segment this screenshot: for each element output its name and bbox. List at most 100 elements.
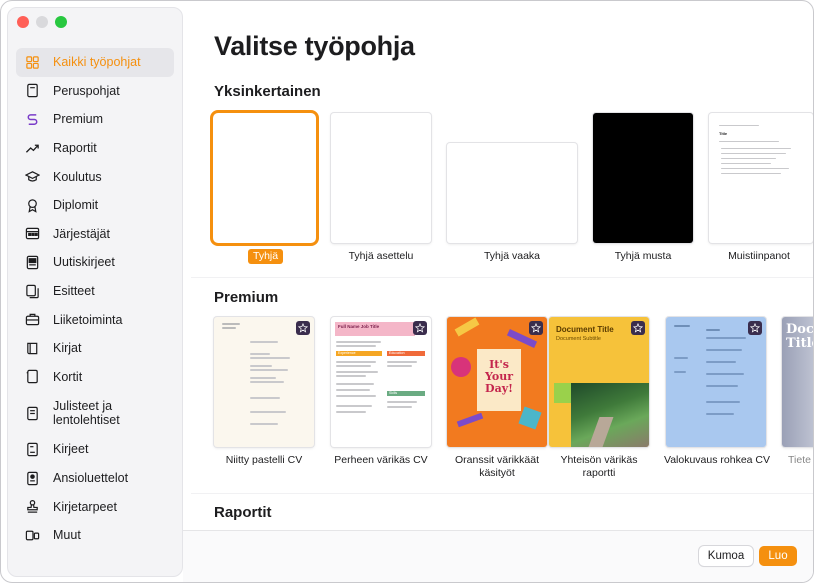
- dialog-footer: Kumoa Luo: [183, 530, 813, 582]
- premium-star-icon: [631, 321, 645, 335]
- template-thumbnail[interactable]: Full Name Job Title Experience Education…: [331, 317, 431, 447]
- maximize-window-button[interactable]: [55, 16, 67, 28]
- sidebar-item-label: Peruspohjat: [53, 83, 120, 98]
- report-title: Document Title: [556, 325, 614, 334]
- template-label: Tyhjä asettelu: [348, 250, 414, 262]
- sidebar-item-label: Uutiskirjeet: [53, 255, 115, 270]
- sidebar-item-label: Kortit: [53, 369, 83, 384]
- brochure-icon: [24, 283, 40, 299]
- poster-icon: [24, 405, 40, 421]
- sidebar-item-brochures[interactable]: Esitteet: [16, 277, 174, 306]
- newspaper-icon: [24, 254, 40, 270]
- template-thumbnail[interactable]: Document Title Document Subtitle: [549, 317, 649, 447]
- resume-icon: [24, 470, 40, 486]
- sidebar-item-label: Raportit: [53, 141, 97, 156]
- template-thumbnail[interactable]: [447, 143, 577, 243]
- science-title: Docu Title: [786, 322, 814, 351]
- sidebar-item-reports[interactable]: Raportit: [16, 134, 174, 163]
- sidebar-item-label: Muut: [53, 528, 81, 543]
- sidebar-item-books[interactable]: Kirjat: [16, 334, 174, 363]
- template-chooser-window: Kaikki työpohjat Peruspohjat Premium Rap…: [0, 0, 814, 583]
- template-label: Oranssit värikkäät käsityöt: [454, 454, 540, 479]
- cv-name-block: Full Name Job Title: [335, 322, 415, 336]
- sidebar-item-label: Järjestäjät: [53, 226, 110, 241]
- calendar-icon: [24, 226, 40, 242]
- section-title-premium: Premium: [214, 289, 279, 306]
- close-window-button[interactable]: [17, 16, 29, 28]
- template-thumbnail[interactable]: It's Your Day!: [447, 317, 547, 447]
- section-title-reports: Raportit: [214, 504, 272, 521]
- create-button[interactable]: Luo: [759, 546, 797, 566]
- template-label: Muistiinpanot: [728, 250, 790, 262]
- notes-title-text: Title: [719, 131, 728, 136]
- sidebar-item-label: Ansioluettelot: [53, 471, 129, 486]
- grid-icon: [24, 54, 40, 70]
- sidebar-item-premium[interactable]: Premium: [16, 105, 174, 134]
- report-subtitle: Document Subtitle: [556, 336, 601, 342]
- template-label: Tyhjä: [248, 249, 284, 264]
- template-thumbnail[interactable]: [214, 317, 314, 447]
- category-list: Kaikki työpohjat Peruspohjat Premium Rap…: [16, 48, 174, 550]
- sidebar-item-label: Kirjat: [53, 341, 82, 356]
- template-label: Perheen värikäs CV: [334, 454, 428, 466]
- premium-star-icon: [296, 321, 310, 335]
- sidebar-item-other[interactable]: Muut: [16, 521, 174, 550]
- template-thumbnail[interactable]: [213, 113, 316, 243]
- document-icon: [24, 83, 40, 99]
- sidebar-item-stationery[interactable]: Kirjetarpeet: [16, 492, 174, 521]
- letter-icon: [24, 441, 40, 457]
- template-label: Tiete: [788, 454, 811, 466]
- ribbon-icon: [24, 197, 40, 213]
- sidebar-item-label: Liiketoiminta: [53, 312, 123, 327]
- page-title: Valitse työpohja: [214, 31, 415, 61]
- template-thumbnail[interactable]: [666, 317, 766, 447]
- minimize-window-button[interactable]: [36, 16, 48, 28]
- stamp-icon: [24, 499, 40, 515]
- cv-section-header: Skills: [387, 391, 425, 396]
- template-thumbnail[interactable]: Title: [709, 113, 813, 243]
- template-thumbnail[interactable]: [593, 113, 693, 243]
- sidebar-item-education[interactable]: Koulutus: [16, 162, 174, 191]
- section-divider: [191, 277, 813, 278]
- sidebar-item-posters[interactable]: Julisteet ja lentolehtiset: [16, 391, 174, 435]
- template-label: Tyhjä vaaka: [483, 250, 541, 262]
- template-label: Tyhjä musta: [614, 250, 672, 262]
- cancel-button[interactable]: Kumoa: [699, 546, 753, 566]
- graduation-cap-icon: [24, 169, 40, 185]
- premium-star-icon: [413, 321, 427, 335]
- sidebar-item-newsletters[interactable]: Uutiskirjeet: [16, 248, 174, 277]
- sidebar-item-label: Julisteet ja lentolehtiset: [53, 399, 120, 428]
- sidebar: Kaikki työpohjat Peruspohjat Premium Rap…: [7, 7, 183, 577]
- sidebar-item-label: Premium: [53, 112, 104, 127]
- card-icon: [24, 369, 40, 385]
- template-label: Valokuvaus rohkea CV: [663, 454, 771, 466]
- sidebar-item-label: Koulutus: [53, 169, 102, 184]
- template-thumbnail[interactable]: Docu Title: [782, 317, 814, 447]
- sidebar-item-organizers[interactable]: Järjestäjät: [16, 220, 174, 249]
- template-thumbnail[interactable]: [331, 113, 431, 243]
- sidebar-item-label: Kirjetarpeet: [53, 499, 117, 514]
- report-photo: [571, 383, 649, 447]
- book-icon: [24, 340, 40, 356]
- sidebar-item-label: Kirjeet: [53, 442, 89, 457]
- sidebar-item-business[interactable]: Liiketoiminta: [16, 305, 174, 334]
- template-gallery[interactable]: Valitse työpohja Yksinkertainen Tyhjä Ty…: [191, 1, 813, 582]
- sidebar-item-cards[interactable]: Kortit: [16, 363, 174, 392]
- sidebar-item-resumes[interactable]: Ansioluettelot: [16, 464, 174, 493]
- premium-icon: [24, 111, 40, 127]
- sidebar-item-label: Diplomit: [53, 198, 99, 213]
- template-label: Niitty pastelli CV: [225, 454, 303, 466]
- template-label: Yhteisön värikäs raportti: [560, 454, 638, 479]
- premium-star-icon: [748, 321, 762, 335]
- briefcase-icon: [24, 312, 40, 328]
- sidebar-item-all-templates[interactable]: Kaikki työpohjat: [16, 48, 174, 77]
- premium-star-icon: [529, 321, 543, 335]
- sidebar-item-label: Kaikki työpohjat: [53, 55, 141, 70]
- sidebar-item-diplomas[interactable]: Diplomit: [16, 191, 174, 220]
- section-title-simple: Yksinkertainen: [214, 83, 321, 100]
- sidebar-item-letters[interactable]: Kirjeet: [16, 435, 174, 464]
- trend-icon: [24, 140, 40, 156]
- sidebar-item-label: Esitteet: [53, 284, 95, 299]
- sidebar-item-basic[interactable]: Peruspohjat: [16, 77, 174, 106]
- cv-section-header: Experience: [336, 351, 382, 356]
